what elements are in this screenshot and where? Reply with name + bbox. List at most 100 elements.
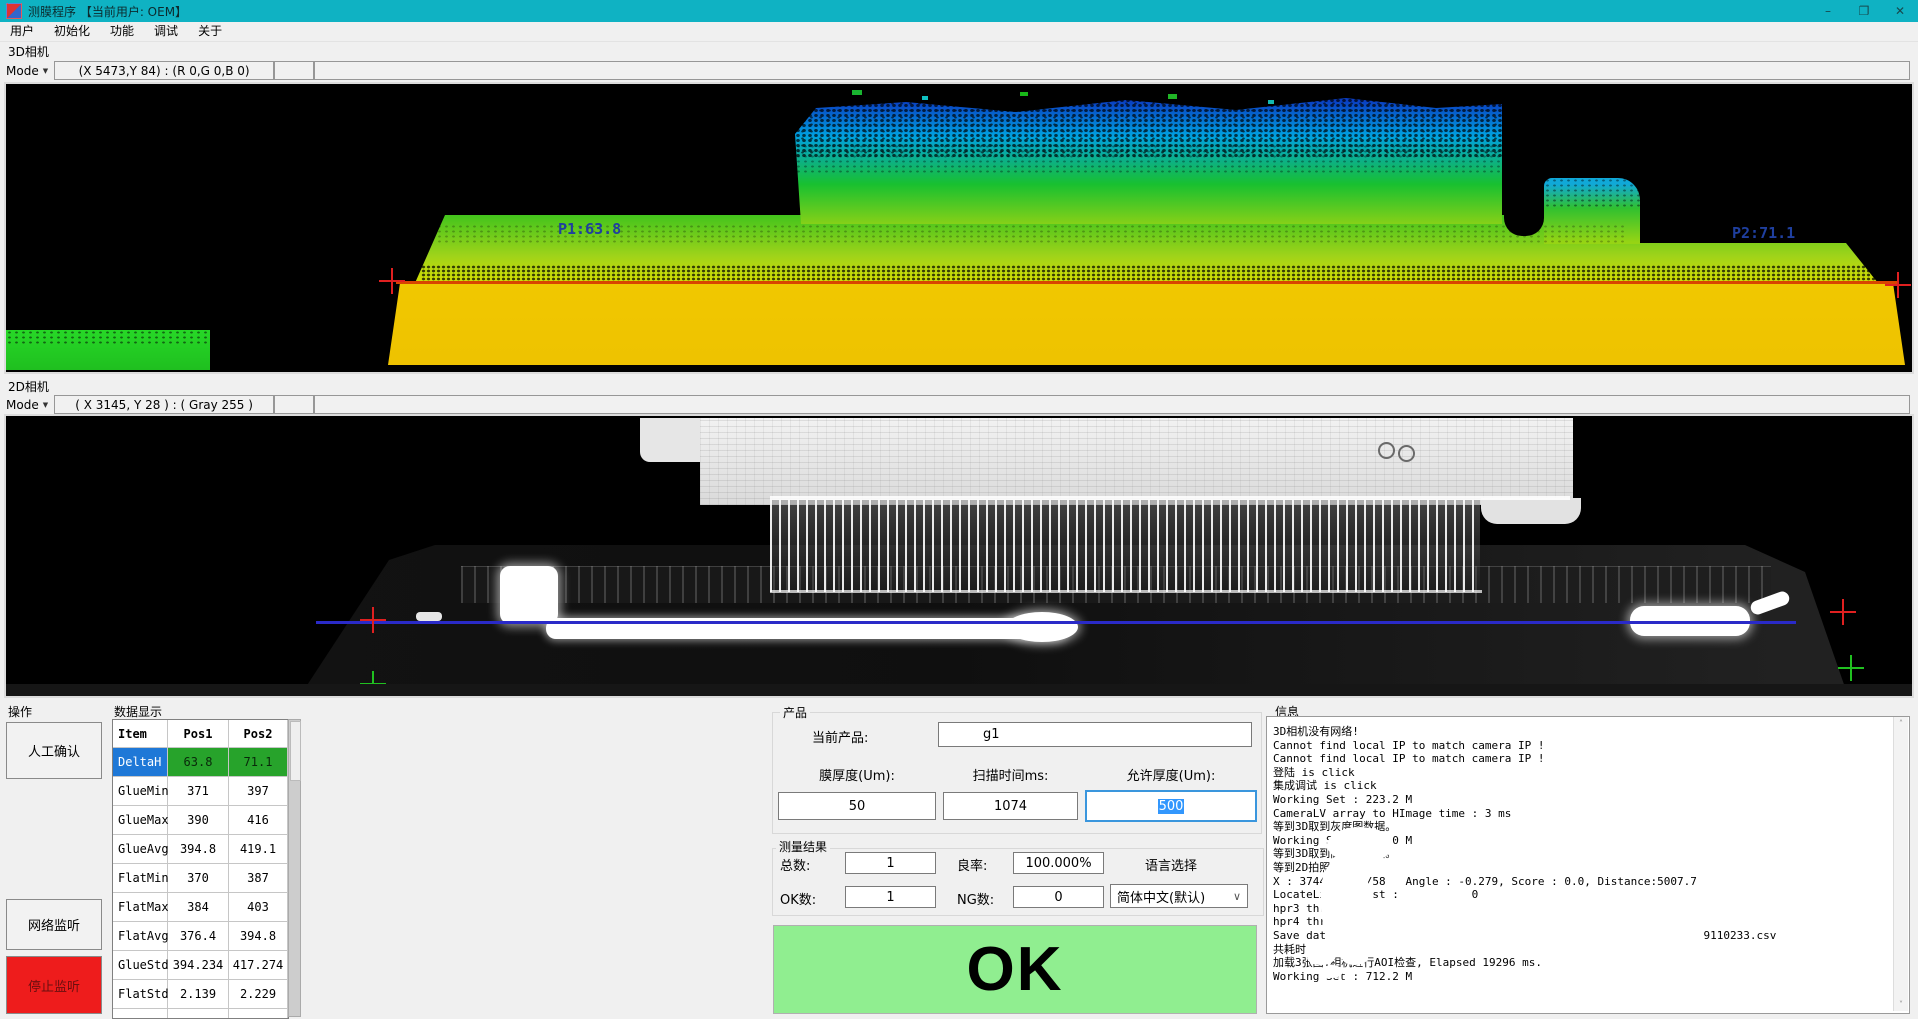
minimize-button[interactable]: – xyxy=(1810,0,1846,22)
maximize-button[interactable]: ❐ xyxy=(1846,0,1882,22)
connector-pins xyxy=(770,500,1480,592)
camera2d-empty-cell-1 xyxy=(274,395,314,414)
menu-about[interactable]: 关于 xyxy=(188,22,232,41)
film-thickness-field[interactable]: 50 xyxy=(778,792,936,820)
ok-count-field[interactable]: 1 xyxy=(845,886,936,908)
cell-pos2: 71.1 xyxy=(229,748,288,777)
camera2d-viewport[interactable] xyxy=(4,414,1914,698)
operation-section-label: 操作 xyxy=(8,703,32,720)
table-row[interactable]: FlatMin 370 387 xyxy=(113,864,288,893)
cell-item: FlatAvg xyxy=(113,922,168,951)
ng-count-field[interactable]: 0 xyxy=(1013,886,1104,908)
yield-label: 良率: xyxy=(957,856,999,872)
cell-pos2: 397 xyxy=(229,777,288,806)
ok-count-label: OK数: xyxy=(780,890,826,906)
cell-item: X xyxy=(113,1009,168,1019)
scroll-down-icon[interactable]: ˅ xyxy=(1894,1000,1908,1009)
p2-annotation: P2:71.1 xyxy=(1732,224,1795,242)
table-row[interactable]: FlatMax 384 403 xyxy=(113,893,288,922)
crosshair-red-left-2d xyxy=(360,607,386,633)
cell-item: DeltaH xyxy=(113,748,168,777)
chevron-down-icon: ▼ xyxy=(43,67,48,75)
table-scrollbar-thumb[interactable] xyxy=(290,721,301,781)
camera2d-mode-bar: Mode ▼ ( X 3145, Y 28 ) : ( Gray 255 ) xyxy=(0,394,1918,415)
info-log-box[interactable]: 3D相机没有网络! Cannot find local IP to match … xyxy=(1266,716,1910,1014)
data-display-section-label: 数据显示 xyxy=(114,703,162,720)
cell-item: GlueStd xyxy=(113,951,168,980)
col-item: Item xyxy=(113,720,168,748)
table-row[interactable]: DeltaH 63.8 71.1 xyxy=(113,748,288,777)
table-row[interactable]: X 2583.5 7866.7 xyxy=(113,1009,288,1019)
log-line: Working Set : 712.2 M xyxy=(1273,970,1776,984)
allowed-thickness-field[interactable]: 500 xyxy=(1085,790,1257,822)
speck-dot xyxy=(1268,100,1274,104)
window-title: 测膜程序 【当前用户: OEM】 xyxy=(28,3,187,20)
camera3d-mode-label: Mode xyxy=(6,64,39,78)
manual-confirm-button[interactable]: 人工确认 xyxy=(6,722,102,779)
table-row[interactable]: GlueMax 390 416 xyxy=(113,806,288,835)
cell-item: FlatMin xyxy=(113,864,168,893)
base-bottom-strip xyxy=(6,684,1912,696)
language-dropdown-value: 简体中文(默认) xyxy=(1117,887,1205,906)
redaction-scribble xyxy=(1341,921,1691,938)
table-row[interactable]: GlueMin 371 397 xyxy=(113,777,288,806)
camera2d-mode-button[interactable]: Mode ▼ xyxy=(0,398,54,412)
total-label: 总数: xyxy=(780,856,822,872)
camera3d-empty-cell-2 xyxy=(314,61,1910,80)
camera3d-mode-button[interactable]: Mode ▼ xyxy=(0,64,54,78)
language-dropdown[interactable]: 简体中文(默认) ∨ xyxy=(1110,884,1248,908)
app-icon xyxy=(6,3,22,19)
table-row[interactable]: GlueStd 394.234 417.274 xyxy=(113,951,288,980)
current-product-label: 当前产品: xyxy=(812,727,902,745)
log-line: 登陆 is click xyxy=(1273,766,1776,780)
result-status-panel: OK xyxy=(773,925,1257,1014)
table-row[interactable]: FlatStd 2.139 2.229 xyxy=(113,980,288,1009)
table-row[interactable]: GlueAvg 394.8 419.1 xyxy=(113,835,288,864)
col-pos1: Pos1 xyxy=(168,720,229,748)
cell-pos1: 371 xyxy=(168,777,229,806)
cell-pos2: 2.229 xyxy=(229,980,288,1009)
cell-pos1: 63.8 xyxy=(168,748,229,777)
table-row[interactable]: FlatAvg 376.4 394.8 xyxy=(113,922,288,951)
cell-item: GlueMax xyxy=(113,806,168,835)
fpc-ring-mark xyxy=(1398,445,1415,462)
table-scrollbar[interactable] xyxy=(288,719,301,1017)
menu-function[interactable]: 功能 xyxy=(100,22,144,41)
crosshair-green-right-2d xyxy=(1838,655,1864,681)
camera3d-pixel-readout: (X 5473,Y 84) : (R 0,G 0,B 0) xyxy=(54,61,274,80)
scroll-up-icon[interactable]: ˄ xyxy=(1894,719,1908,728)
col-pos2: Pos2 xyxy=(229,720,288,748)
menu-user[interactable]: 用户 xyxy=(0,22,44,41)
log-line: 3D相机没有网络! xyxy=(1273,725,1776,739)
camera3d-viewport[interactable]: P1:63.8 P2:71.1 xyxy=(4,82,1914,374)
redaction-scribble xyxy=(1327,827,1393,863)
scan-time-field[interactable]: 1074 xyxy=(943,792,1078,820)
cell-pos2: 7866.7 xyxy=(229,1009,288,1019)
menu-debug[interactable]: 调试 xyxy=(144,22,188,41)
network-listen-button[interactable]: 网络监听 xyxy=(6,899,102,950)
crosshair-red-right-3d xyxy=(1885,272,1911,298)
fpc-left-tab xyxy=(640,418,702,462)
allowed-thickness-label: 允许厚度(Um): xyxy=(1087,766,1255,782)
allowed-thickness-value: 500 xyxy=(1158,799,1185,814)
speck-dot xyxy=(852,90,862,95)
camera3d-empty-cell-1 xyxy=(274,61,314,80)
cell-pos2: 417.274 xyxy=(229,951,288,980)
redaction-scribble xyxy=(1321,965,1343,978)
total-field[interactable]: 1 xyxy=(845,852,936,874)
chevron-down-icon: ∨ xyxy=(1233,890,1241,903)
chevron-down-icon: ▼ xyxy=(43,401,48,409)
info-scrollbar[interactable]: ˄ ˅ xyxy=(1893,717,1908,1011)
stop-listen-button[interactable]: 停止监听 xyxy=(6,956,102,1014)
fpc-right-bump xyxy=(1481,498,1581,524)
close-button[interactable]: ✕ xyxy=(1882,0,1918,22)
heightmap-speckle-mid xyxy=(795,144,1502,174)
redaction-scribble xyxy=(1307,951,1335,965)
menu-initialize[interactable]: 初始化 xyxy=(44,22,100,41)
table-header-row: Item Pos1 Pos2 xyxy=(113,720,288,748)
current-product-field[interactable]: g1 xyxy=(938,722,1252,747)
yield-field[interactable]: 100.000% xyxy=(1013,852,1104,874)
fpc-board xyxy=(700,418,1573,505)
measurement-line-3d xyxy=(396,281,1898,284)
cell-item: GlueMin xyxy=(113,777,168,806)
